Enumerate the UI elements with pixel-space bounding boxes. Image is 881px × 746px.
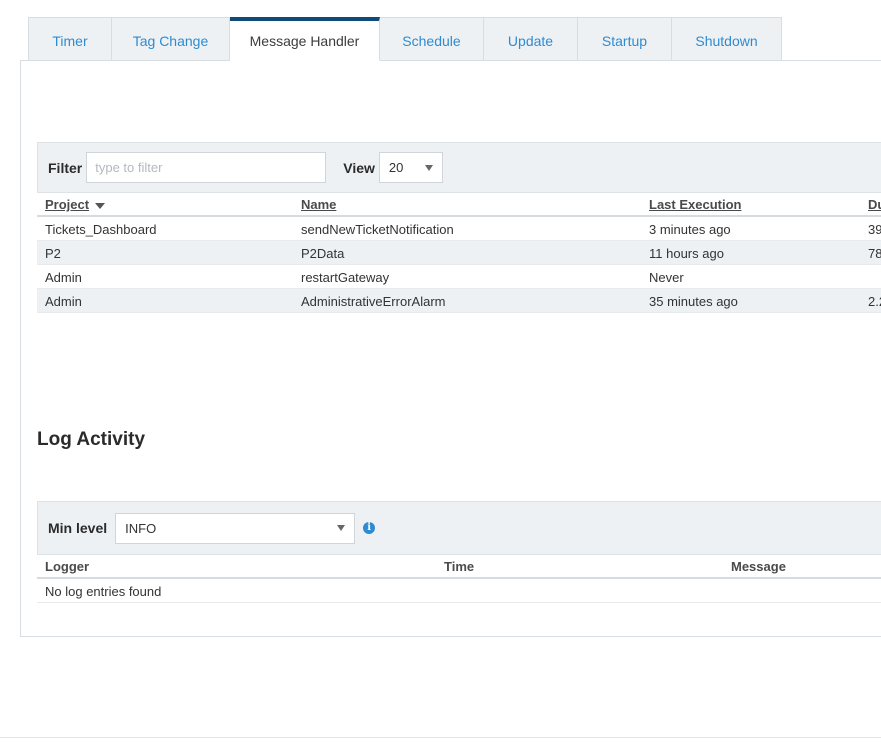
table-row[interactable]: Admin AdministrativeErrorAlarm 35 minute… bbox=[37, 289, 881, 313]
cell-last-execution: 35 minutes ago bbox=[649, 294, 738, 309]
column-header-label: Project bbox=[45, 197, 90, 212]
chevron-down-icon bbox=[424, 164, 433, 171]
filter-label: Filter bbox=[48, 159, 83, 176]
column-header-name[interactable]: Name bbox=[301, 197, 336, 212]
min-level-value: INFO bbox=[125, 520, 157, 536]
cell-last-execution: 11 hours ago bbox=[649, 246, 724, 261]
cell-name: sendNewTicketNotification bbox=[301, 222, 454, 237]
column-header-project[interactable]: Project bbox=[45, 197, 106, 212]
tab-schedule[interactable]: Schedule bbox=[380, 17, 484, 61]
log-table: Logger Time Message No log entries found bbox=[37, 555, 881, 603]
cell-duration: 39 bbox=[868, 222, 881, 237]
view-select-value: 20 bbox=[388, 160, 404, 175]
column-header-message[interactable]: Message bbox=[731, 559, 786, 574]
table-row[interactable]: Admin restartGateway Never bbox=[37, 265, 881, 289]
table-header: Logger Time Message bbox=[37, 555, 881, 579]
divider bbox=[0, 737, 881, 738]
empty-state-row: No log entries found bbox=[37, 579, 881, 603]
scripts-toolbar: Filter View 20 bbox=[37, 142, 881, 193]
column-header-last-execution[interactable]: Last Execution bbox=[649, 197, 741, 212]
info-icon[interactable]: i bbox=[363, 522, 376, 534]
cell-name: restartGateway bbox=[301, 270, 390, 285]
cell-last-execution: Never bbox=[649, 270, 684, 285]
table-header: Project Name Last Execution Du bbox=[37, 193, 881, 217]
table-row[interactable]: Tickets_Dashboard sendNewTicketNotificat… bbox=[37, 217, 881, 241]
cell-name: AdministrativeErrorAlarm bbox=[301, 294, 446, 309]
tab-shutdown[interactable]: Shutdown bbox=[672, 17, 782, 61]
chevron-down-icon bbox=[337, 525, 346, 531]
view-label: View bbox=[343, 159, 375, 176]
tab-tag-change[interactable]: Tag Change bbox=[112, 17, 230, 61]
cell-name: P2Data bbox=[301, 246, 345, 261]
cell-project: P2 bbox=[45, 246, 61, 261]
tab-timer[interactable]: Timer bbox=[28, 17, 112, 61]
column-header-time[interactable]: Time bbox=[444, 559, 474, 574]
scripts-table: Project Name Last Execution Du Tickets_D… bbox=[37, 193, 881, 313]
tab-update[interactable]: Update bbox=[484, 17, 578, 61]
table-row[interactable]: P2 P2Data 11 hours ago 78 bbox=[37, 241, 881, 265]
filter-input[interactable] bbox=[86, 152, 327, 183]
cell-last-execution: 3 minutes ago bbox=[649, 222, 731, 237]
empty-state-message: No log entries found bbox=[45, 584, 162, 599]
cell-duration: 78 bbox=[868, 246, 881, 261]
page: Timer Tag Change Message Handler Schedul… bbox=[0, 0, 881, 746]
tab-message-handler[interactable]: Message Handler bbox=[230, 17, 380, 61]
column-header-logger[interactable]: Logger bbox=[45, 559, 89, 574]
column-header-duration[interactable]: Du bbox=[868, 197, 881, 212]
sort-descending-icon bbox=[95, 202, 106, 209]
script-type-tabs: Timer Tag Change Message Handler Schedul… bbox=[28, 17, 782, 61]
cell-project: Admin bbox=[45, 294, 82, 309]
log-activity-title: Log Activity bbox=[37, 429, 146, 450]
cell-project: Admin bbox=[45, 270, 82, 285]
min-level-label: Min level bbox=[48, 520, 108, 536]
tab-startup[interactable]: Startup bbox=[578, 17, 672, 61]
min-level-select[interactable]: INFO bbox=[115, 512, 356, 544]
view-select[interactable]: 20 bbox=[378, 152, 443, 183]
log-toolbar: Min level INFO i bbox=[37, 501, 881, 555]
cell-duration: 2.2 bbox=[868, 294, 881, 309]
cell-project: Tickets_Dashboard bbox=[45, 222, 157, 237]
